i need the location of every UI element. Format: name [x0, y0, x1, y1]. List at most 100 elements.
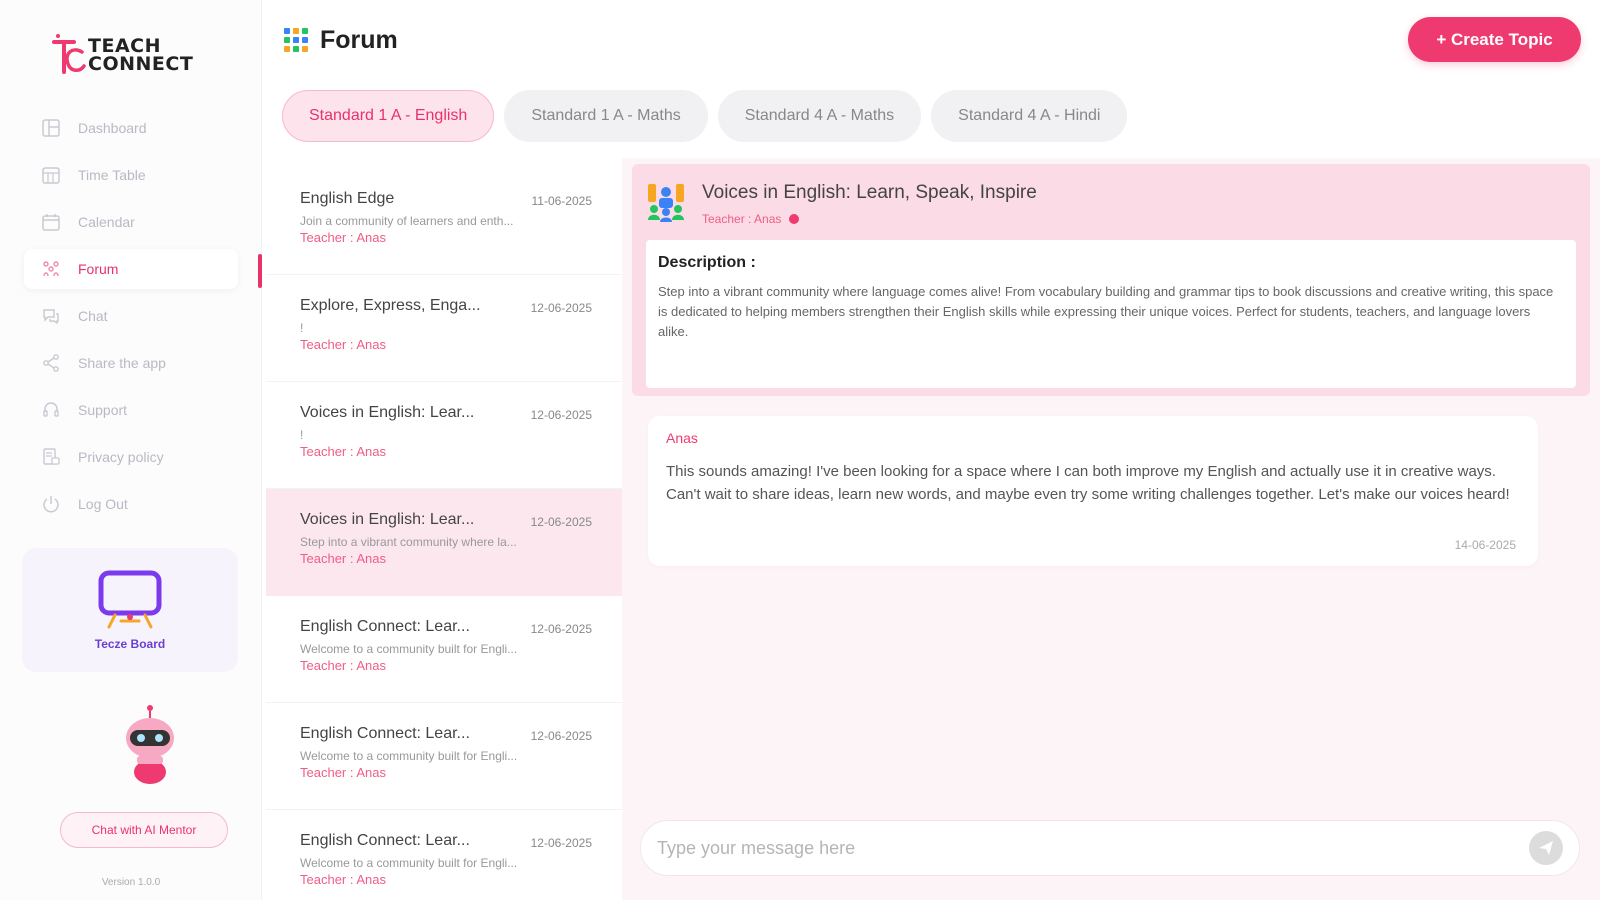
sidebar-item-privacy[interactable]: Privacy policy: [24, 437, 238, 477]
topic-date: 12-06-2025: [530, 515, 592, 529]
topic-teacher: Teacher : Anas: [300, 551, 386, 566]
list-item[interactable]: English Connect: Lear... 12-06-2025 Welc…: [266, 596, 622, 703]
sidebar-item-label: Chat: [78, 308, 108, 324]
topic-title: English Connect: Lear...: [300, 725, 470, 742]
logo-line-2: CONNECT: [88, 53, 194, 75]
logout-icon: [40, 493, 62, 515]
group-icon: [648, 184, 684, 222]
message-input[interactable]: [657, 837, 1529, 859]
list-item[interactable]: English Connect: Lear... 12-06-2025 Welc…: [266, 810, 622, 900]
chat-icon: [40, 305, 62, 327]
list-item[interactable]: English Edge 11-06-2025 Join a community…: [266, 168, 622, 275]
privacy-icon: [40, 446, 62, 468]
description-label: Description :: [658, 254, 756, 271]
topic-detail-panel: Voices in English: Learn, Speak, Inspire…: [622, 158, 1600, 900]
topic-date: 11-06-2025: [531, 194, 593, 208]
chat-with-ai-mentor-button[interactable]: Chat with AI Mentor: [60, 812, 228, 848]
list-item[interactable]: English Connect: Lear... 12-06-2025 Welc…: [266, 703, 622, 810]
topic-detail-teacher: Teacher : Anas: [702, 212, 800, 226]
forum-header-icon: [284, 28, 308, 52]
topic-list: English Edge 11-06-2025 Join a community…: [266, 168, 622, 900]
sidebar-item-label: Share the app: [78, 355, 166, 371]
logo-mark-icon: [52, 34, 86, 74]
sidebar-item-label: Log Out: [78, 496, 128, 512]
topic-title: English Connect: Lear...: [300, 618, 470, 635]
topic-detail-title: Voices in English: Learn, Speak, Inspire: [702, 182, 1037, 203]
message-composer: [640, 820, 1580, 876]
topic-date: 12-06-2025: [530, 408, 592, 422]
board-icon: [98, 570, 162, 629]
topic-title: Explore, Express, Enga...: [300, 297, 481, 314]
topic-description: Welcome to a community built for Engli..…: [300, 856, 518, 870]
message-author: Anas: [666, 430, 698, 446]
topic-description: Step into a vibrant community where la..…: [300, 535, 517, 549]
tab-standard-1a-english[interactable]: Standard 1 A - English: [282, 90, 495, 142]
app-logo[interactable]: TEACH CONNECT: [52, 30, 212, 80]
topic-detail-teacher-text: Teacher : Anas: [702, 212, 782, 226]
topic-date: 12-06-2025: [530, 729, 592, 743]
tab-standard-1a-maths[interactable]: Standard 1 A - Maths: [504, 90, 708, 142]
tab-standard-4a-hindi[interactable]: Standard 4 A - Hindi: [931, 90, 1128, 142]
sidebar-item-forum[interactable]: Forum: [24, 249, 238, 289]
sidebar-item-label: Calendar: [78, 214, 135, 230]
message-text: This sounds amazing! I've been looking f…: [666, 463, 1510, 503]
sidebar-item-timetable[interactable]: Time Table: [24, 155, 238, 195]
list-item[interactable]: Explore, Express, Enga... 12-06-2025 ! T…: [266, 275, 622, 382]
list-item-selected[interactable]: Voices in English: Lear... 12-06-2025 St…: [266, 489, 622, 596]
topic-header-card: Voices in English: Learn, Speak, Inspire…: [632, 164, 1590, 396]
topic-date: 12-06-2025: [530, 836, 592, 850]
sidebar-item-logout[interactable]: Log Out: [24, 484, 238, 524]
topic-title: English Connect: Lear...: [300, 832, 470, 849]
sidebar-item-label: Time Table: [78, 167, 146, 183]
tab-standard-4a-maths[interactable]: Standard 4 A - Maths: [717, 90, 922, 142]
topic-description: !: [300, 321, 304, 335]
topic-description: Welcome to a community built for Engli..…: [300, 642, 518, 656]
sidebar-item-label: Forum: [78, 261, 119, 277]
description-text: Step into a vibrant community where lang…: [658, 284, 1554, 339]
app-version: Version 1.0.0: [101, 877, 161, 888]
share-icon: [40, 352, 62, 374]
support-icon: [40, 399, 62, 421]
sidebar-item-support[interactable]: Support: [24, 390, 238, 430]
sidebar-item-label: Dashboard: [78, 120, 147, 136]
topic-title: Voices in English: Lear...: [300, 511, 475, 528]
board-label: Tecze Board: [94, 637, 166, 651]
active-nav-indicator: [258, 254, 262, 288]
topic-teacher: Teacher : Anas: [300, 230, 386, 245]
list-item[interactable]: Voices in English: Lear... 12-06-2025 ! …: [266, 382, 622, 489]
topic-description: !: [300, 428, 304, 442]
timetable-icon: [40, 164, 62, 186]
sidebar-item-label: Support: [78, 402, 128, 418]
sidebar-item-share[interactable]: Share the app: [24, 343, 238, 383]
verified-icon: [789, 214, 800, 224]
topic-teacher: Teacher : Anas: [300, 765, 386, 780]
tecze-board-card[interactable]: Tecze Board: [22, 548, 238, 672]
sidebar-item-dashboard[interactable]: Dashboard: [24, 108, 238, 148]
dashboard-icon: [40, 117, 62, 139]
logo-text: TEACH CONNECT: [88, 37, 194, 75]
topic-description: Welcome to a community built for Engli..…: [300, 749, 518, 763]
topic-description: Join a community of learners and enth...: [300, 214, 514, 228]
sidebar-item-calendar[interactable]: Calendar: [24, 202, 238, 242]
topic-title: English Edge: [300, 190, 395, 207]
topic-teacher: Teacher : Anas: [300, 658, 386, 673]
sidebar-item-chat[interactable]: Chat: [24, 296, 238, 336]
class-tabs: Standard 1 A - English Standard 1 A - Ma…: [282, 90, 1137, 142]
forum-icon: [40, 258, 62, 280]
topic-teacher: Teacher : Anas: [300, 872, 386, 887]
topic-teacher: Teacher : Anas: [300, 337, 386, 352]
message-date: 14-06-2025: [1454, 538, 1516, 552]
sidebar-item-label: Privacy policy: [78, 449, 164, 465]
send-button[interactable]: [1529, 831, 1563, 865]
sidebar-nav: Dashboard Time Table Calendar Forum Chat: [24, 108, 238, 531]
create-topic-button[interactable]: + Create Topic: [1408, 17, 1581, 62]
topic-date: 12-06-2025: [530, 622, 592, 636]
page-title: Forum: [282, 22, 398, 58]
ai-mentor-robot-icon: [126, 705, 174, 784]
topic-teacher: Teacher : Anas: [300, 444, 386, 459]
page-title-text: Forum: [320, 25, 398, 54]
topic-date: 12-06-2025: [530, 301, 592, 315]
send-icon: [1539, 841, 1553, 855]
calendar-icon: [40, 211, 62, 233]
message-bubble: Anas This sounds amazing! I've been look…: [648, 416, 1538, 566]
